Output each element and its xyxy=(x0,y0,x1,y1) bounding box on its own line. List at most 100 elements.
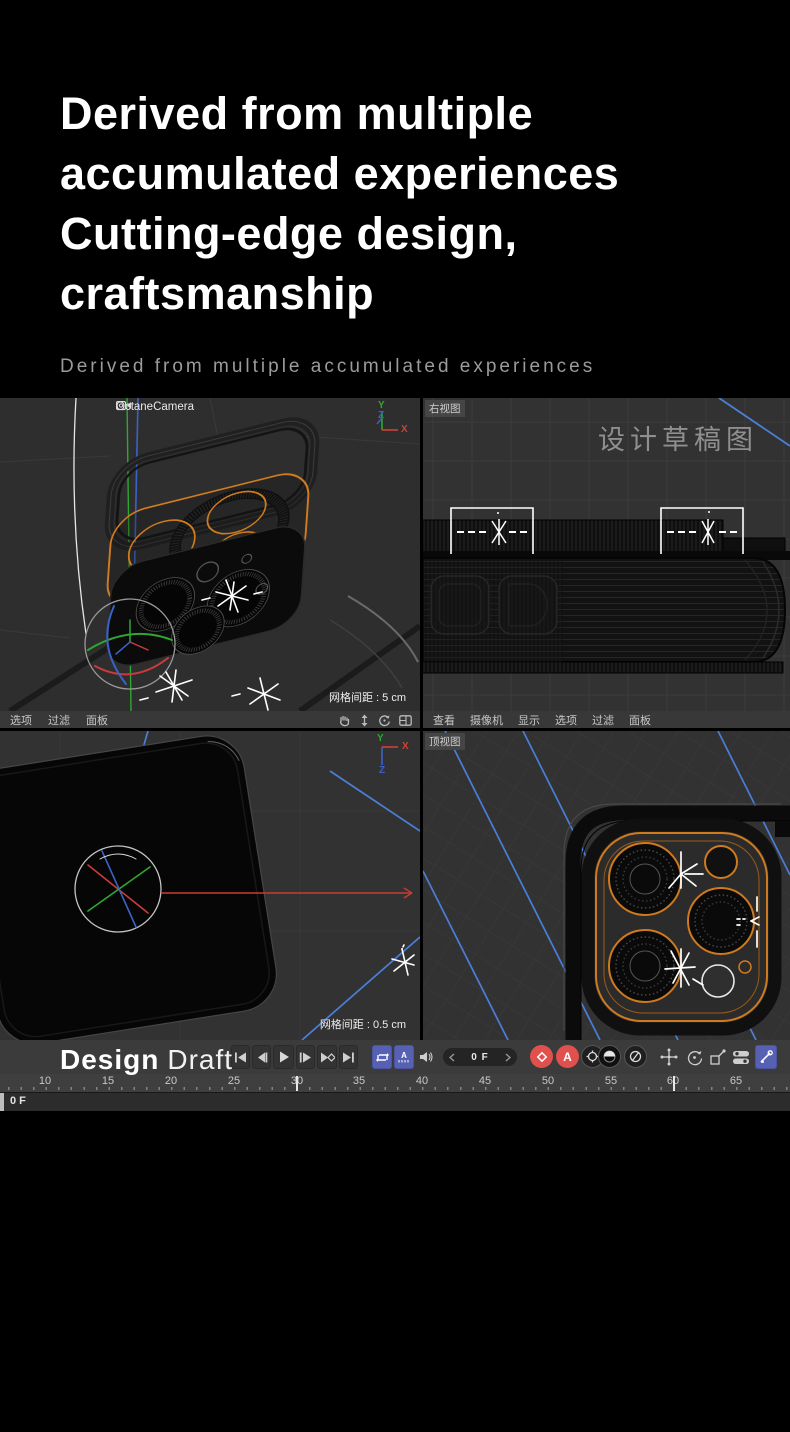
power-slider[interactable]: 0 F xyxy=(0,1092,790,1111)
caption-word-light: Draft xyxy=(167,1044,233,1075)
menu-view[interactable]: 查看 xyxy=(433,712,455,728)
ruler-label: 50 xyxy=(536,1075,560,1087)
chevron-right-icon[interactable] xyxy=(505,1053,511,1062)
key-scale-button[interactable] xyxy=(707,1047,727,1067)
move-tool-icon xyxy=(660,1048,678,1066)
key-parameter-button[interactable] xyxy=(730,1047,752,1067)
ruler-label: 55 xyxy=(599,1075,623,1087)
page-subtitle: Derived from multiple accumulated experi… xyxy=(60,356,595,378)
key-rotation-button[interactable] xyxy=(684,1047,704,1067)
loop-playback-button[interactable] xyxy=(372,1045,392,1069)
menu-display[interactable]: 显示 xyxy=(518,712,540,728)
timeline-ruler[interactable]: 10 15 20 25 30 35 40 45 50 55 60 65 xyxy=(0,1074,790,1092)
ruler-marker-60 xyxy=(673,1076,675,1091)
key-position-button[interactable] xyxy=(658,1047,680,1067)
sphere-keying-button[interactable] xyxy=(598,1045,621,1068)
next-frame-button[interactable] xyxy=(296,1045,315,1069)
rotate-tool-icon xyxy=(686,1049,703,1066)
axis-gizmo-icon[interactable]: Y Z X xyxy=(364,400,410,444)
caption-word-bold: Design xyxy=(60,1044,159,1075)
sound-button[interactable] xyxy=(416,1045,436,1069)
grid-spacing-label: 网格间距 : 0.5 cm xyxy=(320,1016,406,1032)
ruler-label: 40 xyxy=(410,1075,434,1087)
speaker-icon xyxy=(419,1051,433,1063)
next-key-button[interactable] xyxy=(317,1045,337,1069)
title-line-3: Cutting-edge design, xyxy=(60,204,619,264)
ruler-label: 25 xyxy=(222,1075,246,1087)
toggle-pills-icon xyxy=(732,1050,750,1065)
keyframe-marks-button[interactable]: A xyxy=(394,1045,414,1069)
viewport-back-view[interactable]: Y X Z 网格间距 : 0.5 cm xyxy=(0,731,420,1040)
design-draft-caption: Design Draft xyxy=(60,1044,233,1076)
viewport-top-view[interactable]: 顶视图 xyxy=(423,731,790,1040)
key-pen-icon xyxy=(759,1050,773,1064)
ruler-label: 20 xyxy=(159,1075,183,1087)
ruler-label: 35 xyxy=(347,1075,371,1087)
keyframe-slash-icon xyxy=(629,1050,642,1063)
title-line-4: craftsmanship xyxy=(60,264,619,324)
menu-panel-right[interactable]: 面板 xyxy=(629,712,651,728)
title-line-2: accumulated experiences xyxy=(60,144,619,204)
autokey-icon: A xyxy=(563,1050,572,1064)
viewport-name-badge[interactable]: 右视图 xyxy=(425,400,465,417)
record-position-icon xyxy=(536,1051,548,1063)
previous-frame-icon xyxy=(255,1052,268,1063)
orbit-icon[interactable] xyxy=(378,714,391,727)
grid-spacing-label: 网格间距 : 5 cm xyxy=(329,689,406,705)
play-icon xyxy=(278,1051,290,1063)
frame-value: 0 F xyxy=(471,1052,488,1063)
menu-options-left[interactable]: 选项 xyxy=(10,712,32,728)
maximize-view-icon[interactable] xyxy=(399,715,412,726)
pan-hand-icon[interactable] xyxy=(338,714,351,727)
sphere-icon xyxy=(603,1050,616,1063)
viewport-divider-horizontal[interactable] xyxy=(0,728,790,731)
left-viewport-menus: 选项 过滤 面板 xyxy=(0,711,420,729)
menu-camera[interactable]: 摄像机 xyxy=(470,712,503,728)
design-draft-watermark: 设计草稿图 xyxy=(598,418,758,457)
autokey-marks-icon: A xyxy=(397,1051,411,1063)
menu-panel-left[interactable]: 面板 xyxy=(86,712,108,728)
sketch-sparkle xyxy=(392,945,414,975)
current-frame-label: 0 F xyxy=(10,1095,26,1107)
menu-filter-right[interactable]: 过滤 xyxy=(592,712,614,728)
keyframe-pen-button[interactable] xyxy=(755,1045,777,1069)
menu-options-right[interactable]: 选项 xyxy=(555,712,577,728)
menu-filter-left[interactable]: 过滤 xyxy=(48,712,70,728)
go-to-end-button[interactable] xyxy=(339,1045,358,1069)
ruler-label: 10 xyxy=(33,1075,57,1087)
next-frame-icon xyxy=(299,1052,312,1063)
viewport-menu-strip: 选项 过滤 面板 查看 摄像 xyxy=(0,711,790,729)
frame-stepper[interactable]: 0 F xyxy=(443,1048,517,1066)
scale-tool-icon xyxy=(709,1049,726,1066)
loop-icon xyxy=(376,1052,389,1063)
axis-gizmo-icon[interactable]: Y X Z xyxy=(364,733,410,777)
ruler-label: 45 xyxy=(473,1075,497,1087)
title-line-1: Derived from multiple xyxy=(60,84,619,144)
record-position-button[interactable] xyxy=(530,1045,553,1068)
marketing-page: Derived from multiple accumulated experi… xyxy=(0,0,790,1432)
page-title: Derived from multiple accumulated experi… xyxy=(60,84,619,324)
back-view-wireframe xyxy=(0,731,420,1040)
go-to-start-button[interactable] xyxy=(231,1045,250,1069)
viewport-perspective[interactable]: OctaneCamera Y Z X 网格间距 : 5 cm xyxy=(0,398,420,711)
zoom-arrows-icon[interactable] xyxy=(359,714,370,727)
next-key-icon xyxy=(320,1052,335,1063)
svg-text:A: A xyxy=(401,1051,407,1060)
viewport-right-view[interactable]: 右视图 设计草稿图 xyxy=(423,398,790,711)
keyframe-selection-button[interactable] xyxy=(624,1045,647,1068)
perspective-wireframe xyxy=(0,398,420,711)
viewport-name-badge[interactable]: 顶视图 xyxy=(425,733,465,750)
autokey-button[interactable]: A xyxy=(556,1045,579,1068)
ruler-marker-30 xyxy=(296,1076,298,1091)
camera-object-label[interactable]: OctaneCamera xyxy=(116,401,194,413)
previous-frame-button[interactable] xyxy=(252,1045,271,1069)
right-viewport-menus: 查看 摄像机 显示 选项 过滤 面板 xyxy=(420,711,790,729)
chevron-left-icon[interactable] xyxy=(449,1053,455,1062)
play-button[interactable] xyxy=(273,1045,294,1069)
viewport-divider-vertical[interactable] xyxy=(420,398,423,1040)
ruler-ticks xyxy=(0,1087,790,1090)
ruler-label: 65 xyxy=(724,1075,748,1087)
top-view-wireframe xyxy=(423,731,790,1040)
ruler-label: 15 xyxy=(96,1075,120,1087)
playhead[interactable] xyxy=(0,1093,4,1111)
